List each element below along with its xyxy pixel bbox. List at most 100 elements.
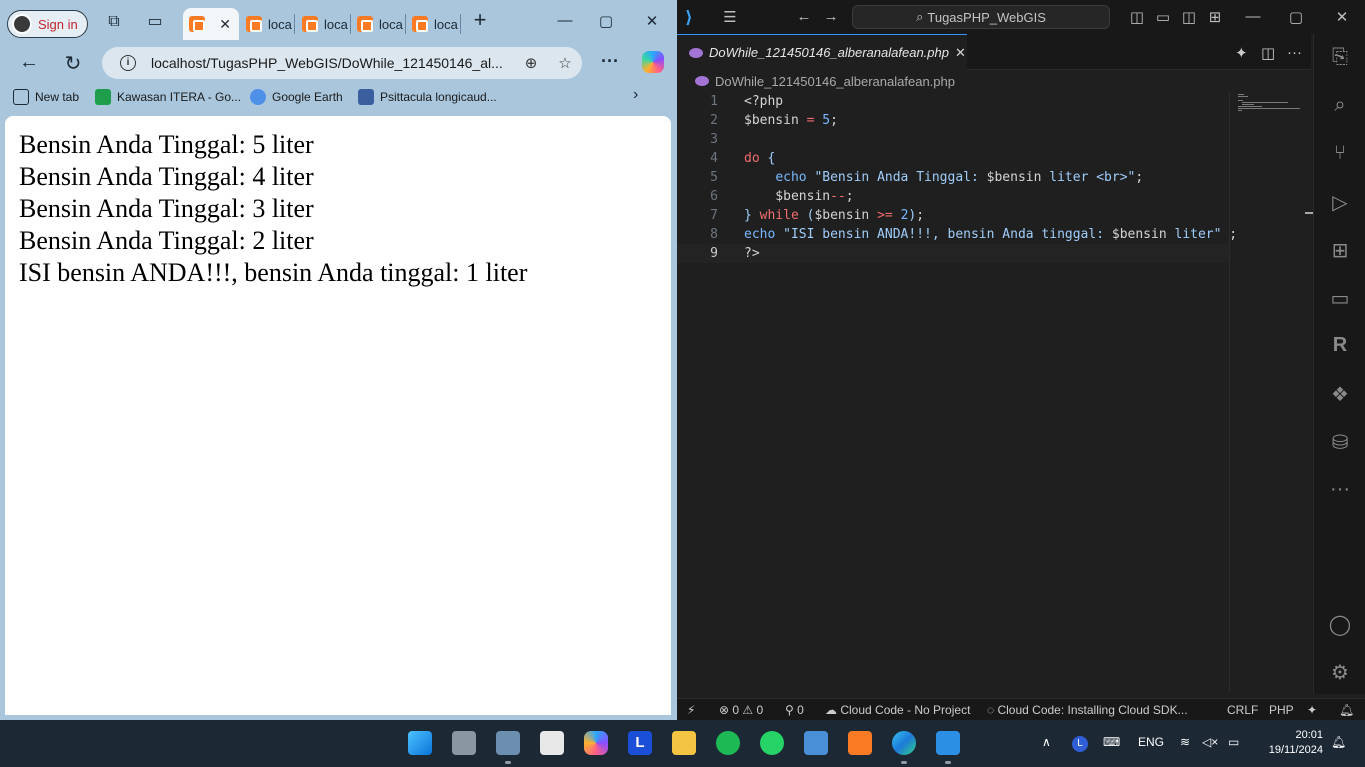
code-line[interactable]: 1 <?php	[677, 92, 1229, 111]
vscode-app-icon[interactable]	[936, 731, 960, 755]
screen-app-icon[interactable]	[496, 731, 520, 755]
php-file-icon	[695, 76, 709, 86]
minimap[interactable]	[1229, 92, 1313, 692]
browser-tab[interactable]: local	[351, 8, 403, 40]
maximize-icon[interactable]: ▢	[1286, 8, 1306, 26]
copilot-app-icon[interactable]	[584, 731, 608, 755]
file-explorer-icon[interactable]	[672, 731, 696, 755]
database-icon[interactable]: ⛁	[1314, 430, 1365, 455]
refresh-icon[interactable]: ↻	[61, 51, 85, 76]
zoom-icon[interactable]: ⊕	[514, 54, 548, 72]
browser-tab[interactable]: local	[296, 8, 348, 40]
split-editor-icon[interactable]: ◫	[1261, 44, 1275, 62]
url-text[interactable]: localhost/TugasPHP_WebGIS/DoWhile_121450…	[151, 55, 514, 71]
bookmark-google-earth[interactable]: Google Earth	[250, 89, 343, 105]
extensions-icon[interactable]: ⊞	[1314, 238, 1365, 263]
browser-tab[interactable]: loca	[406, 8, 458, 40]
command-center-search[interactable]: ⌕ TugasPHP_WebGIS	[852, 5, 1110, 29]
site-info-icon[interactable]: i	[120, 55, 136, 71]
cloud-sdk-install-status[interactable]: ◌ Cloud Code: Installing Cloud SDK...	[987, 703, 1188, 717]
code-line[interactable]: 8 echo "ISI bensin ANDA!!!, bensin Anda t…	[677, 225, 1237, 244]
remote-indicator-icon[interactable]: ⚡	[687, 703, 695, 717]
eol-indicator[interactable]: CRLF	[1227, 703, 1258, 717]
minimize-icon[interactable]: —	[1243, 8, 1263, 25]
copilot-status-icon[interactable]: ✦	[1307, 703, 1317, 717]
code-line[interactable]: 6 $bensin--;	[677, 187, 1229, 206]
system-clock[interactable]: 20:01 19/11/2024	[1261, 728, 1323, 758]
cloud-code-icon[interactable]: ❖	[1314, 382, 1365, 407]
xampp-app-icon[interactable]	[848, 731, 872, 755]
sign-in-button[interactable]: Sign in	[7, 10, 88, 38]
more-options-icon[interactable]: ···	[601, 51, 619, 72]
battery-icon[interactable]: ▭	[1228, 735, 1239, 749]
bookmark-kawasan-itera[interactable]: Kawasan ITERA - Go...	[95, 89, 241, 105]
browser-tab[interactable]: local	[240, 8, 292, 40]
chevron-right-icon[interactable]: ›	[633, 86, 638, 104]
bookmark-new-tab[interactable]: New tab	[13, 89, 79, 105]
code-line[interactable]: 3	[677, 130, 1229, 149]
spotify-icon[interactable]	[716, 731, 740, 755]
close-tab-icon[interactable]: ✕	[955, 45, 966, 61]
show-hidden-icons-chevron-icon[interactable]: ∧	[1042, 735, 1051, 749]
more-actions-icon[interactable]: ···	[1287, 44, 1302, 61]
breadcrumb[interactable]: DoWhile_121450146_alberanalafean.php	[677, 70, 1311, 92]
code-line-current[interactable]: 9 ?>	[677, 244, 1229, 263]
copilot-icon[interactable]	[642, 51, 664, 73]
wifi-icon[interactable]: ≋	[1180, 735, 1190, 749]
language-indicator[interactable]: ENG	[1138, 735, 1164, 749]
address-bar[interactable]: i localhost/TugasPHP_WebGIS/DoWhile_1214…	[102, 47, 582, 79]
explorer-icon[interactable]: ⎘	[1314, 46, 1365, 69]
notifications-bell-icon[interactable]: 🔔︎	[1339, 703, 1354, 717]
search-icon[interactable]: ⌕	[1314, 94, 1365, 117]
volume-muted-icon[interactable]: ◁×	[1202, 735, 1218, 749]
notepad-icon[interactable]	[804, 731, 828, 755]
menu-hamburger-icon[interactable]: ☰	[720, 8, 740, 26]
ports-indicator[interactable]: ⚲ 0	[785, 703, 804, 717]
code-line[interactable]: 5 echo "Bensin Anda Tinggal: $bensin lit…	[677, 168, 1229, 187]
language-mode[interactable]: PHP	[1269, 703, 1294, 717]
whatsapp-icon[interactable]	[760, 731, 784, 755]
run-debug-icon[interactable]: ▷	[1314, 190, 1365, 215]
l-app-icon[interactable]: L	[628, 731, 652, 755]
tab-actions-icon[interactable]: ▭	[145, 12, 165, 32]
close-tab-icon[interactable]: ✕	[219, 16, 231, 33]
customize-layout-icon[interactable]: ⊞	[1205, 8, 1225, 26]
settings-gear-icon[interactable]: ⚙	[1314, 660, 1365, 685]
snipping-tool-icon[interactable]	[540, 731, 564, 755]
more-views-icon[interactable]: ···	[1314, 478, 1365, 501]
back-arrow-icon[interactable]: ←	[17, 51, 41, 74]
toggle-panel-icon[interactable]: ▭	[1153, 8, 1173, 26]
cloud-code-status[interactable]: ☁ Cloud Code - No Project	[825, 703, 970, 717]
code-line[interactable]: 4 do {	[677, 149, 1229, 168]
editor-tab-active[interactable]: DoWhile_121450146_alberanalafean.php ✕	[677, 34, 967, 70]
close-window-icon[interactable]: ✕	[1332, 8, 1352, 26]
nav-back-icon[interactable]: ←	[794, 8, 814, 25]
close-window-icon[interactable]: ✕	[642, 12, 662, 30]
remote-explorer-icon[interactable]: ▭	[1314, 286, 1365, 311]
keyboard-icon[interactable]: ⌨	[1103, 735, 1120, 749]
app-tray-icon[interactable]: L	[1072, 736, 1088, 752]
problems-indicator[interactable]: ⊗ 0 ⚠ 0	[719, 703, 763, 717]
code-line[interactable]: 2 $bensin = 5;	[677, 111, 1229, 130]
edge-icon[interactable]	[892, 731, 916, 755]
toggle-primary-sidebar-icon[interactable]: ◫	[1127, 8, 1147, 26]
code-line[interactable]: 7} while ($bensin >= 2);	[677, 206, 1229, 225]
sparkle-icon[interactable]: ✦	[1235, 44, 1248, 62]
browser-tab-active[interactable]: ✕	[183, 8, 239, 40]
task-view-icon[interactable]	[452, 731, 476, 755]
notification-bell-icon[interactable]: 🔔︎	[1331, 735, 1346, 749]
code-editor[interactable]: 1 <?php 2 $bensin = 5; 3 4 do { 5 echo "Ben…	[677, 92, 1237, 692]
source-control-icon[interactable]: ⑂	[1314, 142, 1365, 165]
toggle-secondary-sidebar-icon[interactable]: ◫	[1179, 8, 1199, 26]
nav-forward-icon[interactable]: →	[821, 8, 841, 25]
bookmark-psittacula[interactable]: Psittacula longicaud...	[358, 89, 497, 105]
workspaces-icon[interactable]: ⧉	[104, 12, 124, 32]
maximize-icon[interactable]: ▢	[596, 12, 616, 30]
sign-in-label: Sign in	[38, 16, 78, 32]
start-windows-icon[interactable]	[408, 731, 432, 755]
r-language-icon[interactable]: R	[1314, 334, 1365, 357]
new-tab-plus-icon[interactable]: +	[470, 9, 490, 31]
minimize-icon[interactable]: —	[555, 12, 575, 29]
accounts-icon[interactable]: ◯	[1314, 612, 1365, 637]
favorite-star-icon[interactable]: ☆	[548, 54, 582, 72]
